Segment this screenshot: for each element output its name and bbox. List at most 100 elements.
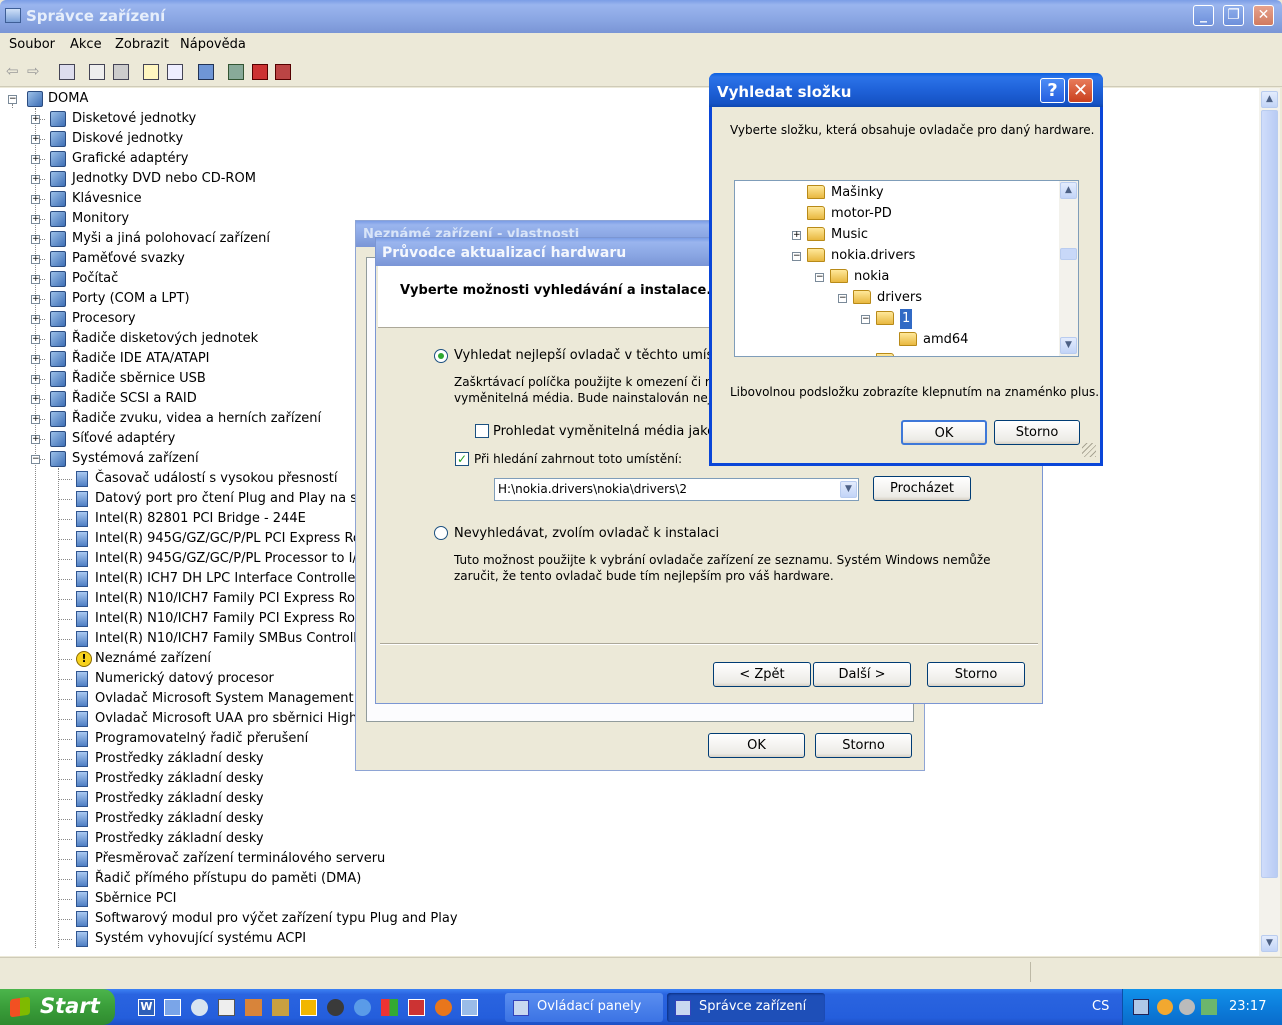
dont-search-label[interactable]: Nevyhledávat, zvolím ovladač k instalaci <box>454 526 719 541</box>
dont-search-radio[interactable] <box>434 526 448 540</box>
safely-remove-icon[interactable] <box>1201 999 1217 1015</box>
category-expander[interactable]: + <box>31 395 40 404</box>
tree-category[interactable]: Paměťové svazky <box>72 249 185 269</box>
task-device-manager[interactable]: Správce zařízení <box>667 993 825 1022</box>
tree-category[interactable]: Řadiče disketových jednotek <box>72 329 258 349</box>
close-button[interactable]: ✕ <box>1253 5 1274 26</box>
tree-category[interactable]: Procesory <box>72 309 136 329</box>
folder-expander[interactable]: + <box>792 231 801 240</box>
category-expander[interactable]: + <box>31 195 40 204</box>
back-icon[interactable]: ⇦ <box>6 62 19 80</box>
back-button[interactable]: < Zpět <box>713 662 811 687</box>
browse-button[interactable]: Procházet <box>873 476 971 501</box>
print-icon[interactable] <box>113 64 129 80</box>
category-expander[interactable]: + <box>31 155 40 164</box>
tree-category[interactable]: Řadiče sběrnice USB <box>72 369 206 389</box>
quicklaunch-icon-13[interactable] <box>461 999 478 1016</box>
folder-item[interactable]: Music <box>831 225 868 245</box>
folder-item[interactable]: nokia <box>854 267 889 287</box>
show-hide-tree-icon[interactable] <box>59 64 75 80</box>
folder-expander[interactable]: − <box>838 294 847 303</box>
network-icon[interactable] <box>1133 999 1149 1015</box>
tree-device[interactable]: Intel(R) 945G/GZ/GC/P/PL Processor to I/… <box>95 549 366 569</box>
menu-help[interactable]: Nápověda <box>180 37 246 52</box>
tree-category[interactable]: Monitory <box>72 209 129 229</box>
scroll-up-button[interactable]: ▲ <box>1261 91 1278 108</box>
folder-scrollbar[interactable]: ▲ ▼ <box>1059 181 1078 356</box>
tree-device[interactable]: Intel(R) N10/ICH7 Family PCI Express Roo… <box>95 589 368 609</box>
tree-category[interactable]: Diskové jednotky <box>72 129 183 149</box>
properties-ok-button[interactable]: OK <box>708 733 805 758</box>
quicklaunch-icon-11[interactable] <box>408 999 425 1016</box>
location-combobox[interactable]: H:\nokia.drivers\nokia\drivers\2 ▼ <box>494 478 859 501</box>
browse-ok-button[interactable]: OK <box>901 420 987 445</box>
category-expander[interactable]: + <box>31 295 40 304</box>
tree-category[interactable]: Jednotky DVD nebo CD-ROM <box>72 169 256 189</box>
tree-category[interactable]: Počítač <box>72 269 118 289</box>
tree-category[interactable]: Grafické adaptéry <box>72 149 189 169</box>
outlook-icon[interactable] <box>300 999 317 1016</box>
scroll-thumb[interactable] <box>1261 110 1278 878</box>
tree-device[interactable]: Prostředky základní desky <box>95 769 264 789</box>
category-expander[interactable]: + <box>31 255 40 264</box>
tree-category[interactable]: Myši a jiná polohovací zařízení <box>72 229 270 249</box>
tree-device[interactable]: Neznámé zařízení <box>95 649 211 669</box>
category-expander[interactable]: + <box>31 115 40 124</box>
category-expander[interactable]: + <box>31 215 40 224</box>
tree-device[interactable]: Intel(R) 945G/GZ/GC/P/PL PCI Express Roo <box>95 529 369 549</box>
category-expander[interactable]: − <box>31 455 40 464</box>
tree-device[interactable]: Intel(R) 82801 PCI Bridge - 244E <box>95 509 306 529</box>
word-icon[interactable]: W <box>138 999 155 1016</box>
start-button[interactable]: Start <box>0 989 115 1025</box>
forward-icon[interactable]: ⇨ <box>27 62 40 80</box>
tree-device[interactable]: Systém vyhovující systému ACPI <box>95 929 306 949</box>
volume-icon[interactable] <box>1179 999 1195 1015</box>
search-best-driver-label[interactable]: Vyhledat nejlepší ovladač v těchto umíst… <box>454 348 738 363</box>
tree-device[interactable]: Prostředky základní desky <box>95 749 264 769</box>
tree-device[interactable]: Sběrnice PCI <box>95 889 177 909</box>
update-icon[interactable] <box>1157 999 1173 1015</box>
tree-category[interactable]: Klávesnice <box>72 189 142 209</box>
scroll-up-button[interactable]: ▲ <box>1060 182 1077 199</box>
view-icon[interactable] <box>167 64 183 80</box>
category-expander[interactable]: + <box>31 355 40 364</box>
quicklaunch-icon-6[interactable] <box>272 999 289 1016</box>
include-location-checkbox[interactable]: ✓ <box>455 452 469 466</box>
uninstall-icon[interactable] <box>252 64 268 80</box>
quicklaunch-icon-4[interactable] <box>218 999 235 1016</box>
folder-item[interactable]: motor-PD <box>831 204 892 224</box>
maximize-button[interactable]: ❐ <box>1223 5 1244 26</box>
quicklaunch-icon-2[interactable] <box>164 999 181 1016</box>
disable-icon[interactable] <box>275 64 291 80</box>
tree-root[interactable]: DOMA <box>48 89 88 109</box>
menu-file[interactable]: Soubor <box>9 37 55 52</box>
folder-item[interactable]: amd64 <box>923 330 968 350</box>
tree-device[interactable]: Ovladač Microsoft UAA pro sběrnici High … <box>95 709 379 729</box>
scroll-down-button[interactable]: ▼ <box>1261 935 1278 952</box>
tree-device[interactable]: Časovač událostí s vysokou přesností <box>95 469 338 489</box>
help-button[interactable]: ? <box>1040 78 1065 103</box>
close-button[interactable]: ✕ <box>1068 78 1093 103</box>
internet-explorer-icon[interactable] <box>354 999 371 1016</box>
chevron-down-icon[interactable]: ▼ <box>840 481 857 498</box>
tree-device[interactable]: Datový port pro čtení Plug and Play na s… <box>95 489 373 509</box>
tree-device[interactable]: Ovladač Microsoft System Management BIC <box>95 689 380 709</box>
search-removable-checkbox[interactable] <box>475 424 489 438</box>
tree-category[interactable]: Řadiče zvuku, videa a herních zařízení <box>72 409 321 429</box>
firefox-icon[interactable] <box>435 999 452 1016</box>
tree-category[interactable]: Porty (COM a LPT) <box>72 289 190 309</box>
scan-hardware-icon[interactable] <box>228 64 244 80</box>
category-expander[interactable]: + <box>31 335 40 344</box>
category-expander[interactable]: + <box>31 275 40 284</box>
folder-item[interactable]: 1 <box>900 309 913 329</box>
media-player-icon[interactable] <box>191 999 208 1016</box>
tree-device[interactable]: Prostředky základní desky <box>95 789 264 809</box>
category-expander[interactable]: + <box>31 375 40 384</box>
tree-device[interactable]: Programovatelný řadič přerušení <box>95 729 308 749</box>
computer-icon[interactable] <box>198 64 214 80</box>
help-icon[interactable] <box>143 64 159 80</box>
tree-device[interactable]: Numerický datový procesor <box>95 669 274 689</box>
category-expander[interactable]: + <box>31 435 40 444</box>
folder-expander[interactable]: − <box>861 315 870 324</box>
category-expander[interactable]: + <box>31 235 40 244</box>
